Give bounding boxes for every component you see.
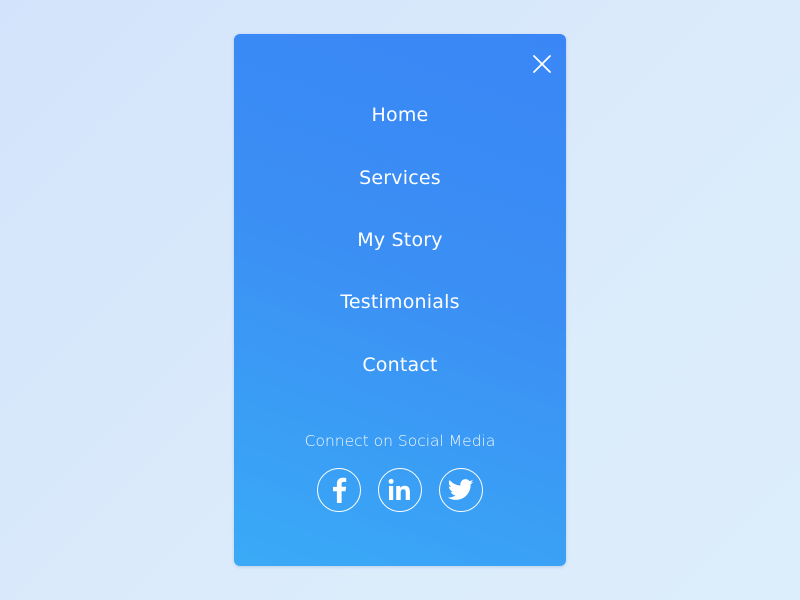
twitter-button[interactable]: [439, 468, 483, 512]
nav-item-contact[interactable]: Contact: [234, 334, 566, 396]
main-nav: Home Services My Story Testimonials Cont…: [234, 84, 566, 396]
twitter-icon: [448, 479, 474, 500]
facebook-button[interactable]: [317, 468, 361, 512]
nav-item-my-story[interactable]: My Story: [234, 209, 566, 271]
nav-item-home[interactable]: Home: [234, 84, 566, 146]
nav-item-testimonials[interactable]: Testimonials: [234, 271, 566, 333]
facebook-icon: [333, 477, 347, 503]
close-icon: [533, 55, 551, 73]
close-button[interactable]: [530, 52, 554, 76]
linkedin-icon: [388, 478, 410, 500]
social-heading: Connect on Social Media: [304, 432, 496, 450]
social-links: [234, 468, 566, 512]
navigation-menu-panel: Home Services My Story Testimonials Cont…: [234, 34, 566, 566]
linkedin-button[interactable]: [378, 468, 422, 512]
nav-item-services[interactable]: Services: [234, 146, 566, 208]
